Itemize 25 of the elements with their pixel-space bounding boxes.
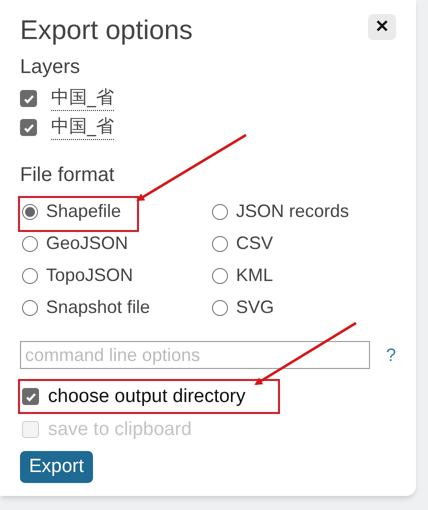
checkmark-icon: [22, 122, 34, 134]
checkbox[interactable]: [22, 388, 39, 405]
format-radio[interactable]: GeoJSON: [20, 232, 210, 255]
section-heading: File format: [20, 163, 116, 188]
help-link[interactable]: ?: [386, 342, 396, 368]
format-radio[interactable]: Shapefile: [20, 200, 210, 223]
command-line-field[interactable]: command line options: [20, 341, 370, 369]
checkbox[interactable]: [20, 119, 37, 136]
close-button[interactable]: ✕: [368, 14, 396, 40]
layer-name[interactable]: 中国_省: [51, 115, 114, 140]
format-radio[interactable]: TopoJSON: [20, 264, 210, 287]
option-label: save to clipboard: [48, 418, 192, 441]
format-radio[interactable]: Snapshot file: [20, 296, 210, 319]
section-heading: Layers: [20, 55, 82, 80]
export-button[interactable]: Export: [20, 451, 93, 483]
format-radio[interactable]: KML: [210, 264, 396, 287]
checkmark-icon: [24, 390, 36, 402]
format-radio[interactable]: SVG: [210, 296, 396, 319]
option-label: choose output directory: [48, 385, 246, 408]
format-radio[interactable]: CSV: [210, 232, 396, 255]
checkbox[interactable]: [20, 90, 37, 107]
dialog-title: Export options: [20, 14, 193, 47]
checkmark-icon: [22, 92, 34, 104]
format-radio[interactable]: JSON records: [210, 200, 396, 223]
layer-name[interactable]: 中国_省: [51, 86, 114, 111]
